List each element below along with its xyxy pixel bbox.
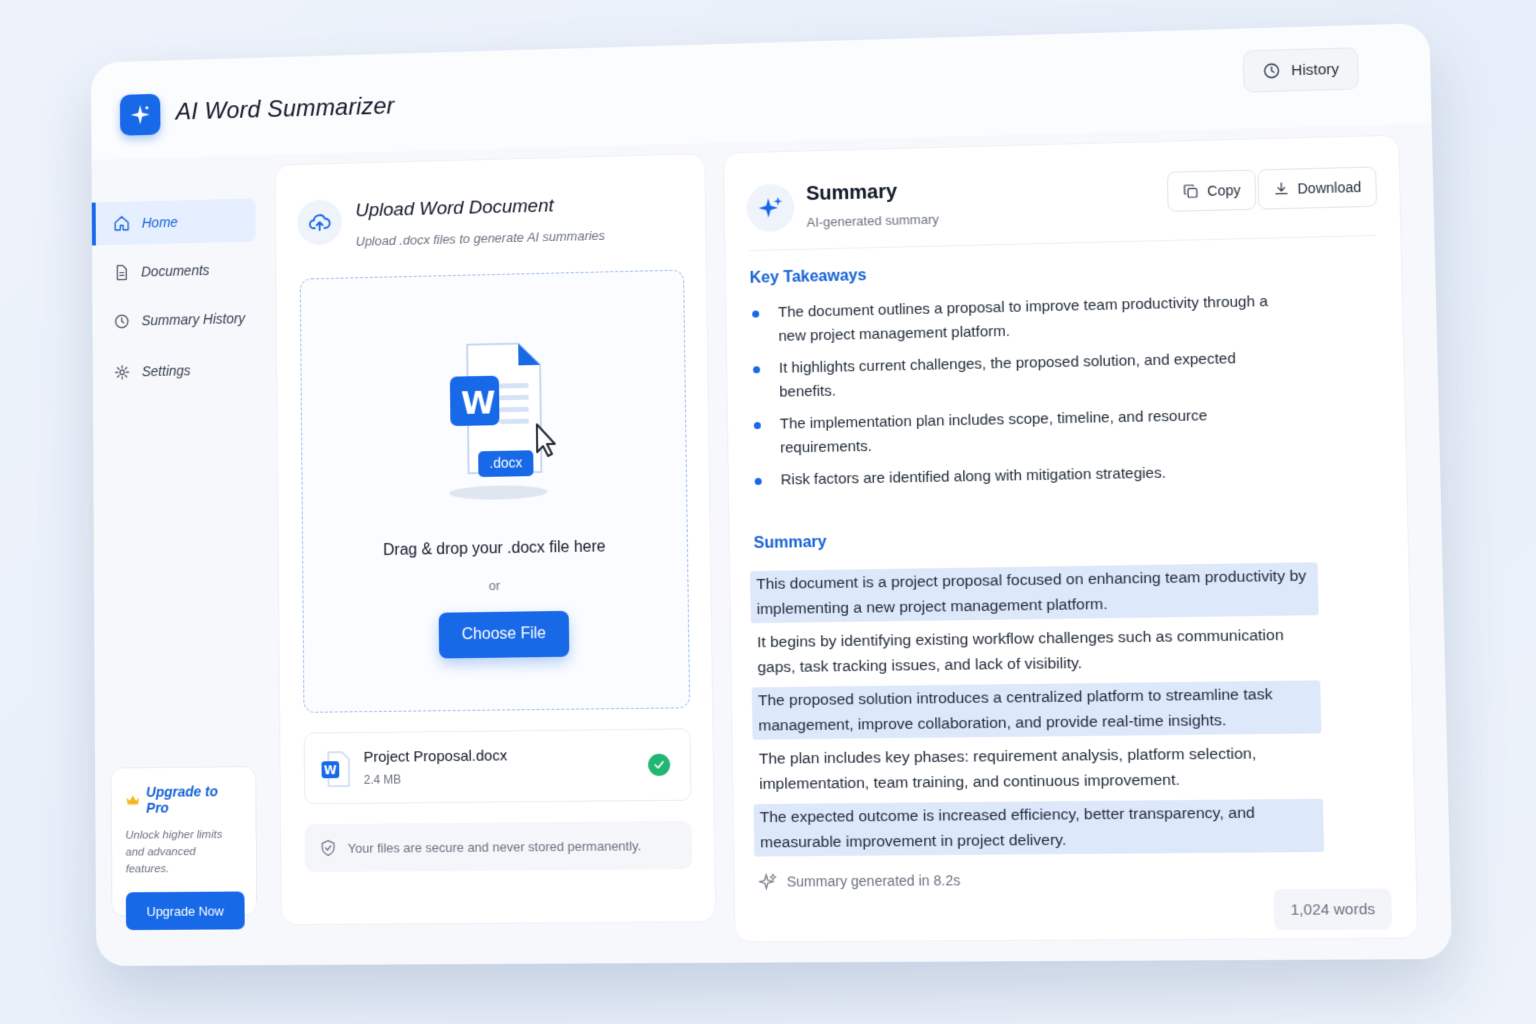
upload-title: Upload Word Document	[355, 196, 553, 223]
takeaway-text: It highlights current challenges, the pr…	[779, 350, 1236, 401]
file-name: Project Proposal.docx	[363, 747, 507, 766]
history-icon	[114, 312, 130, 329]
takeaway-text: The implementation plan includes scope, …	[780, 407, 1208, 456]
sidebar-item-summary-history[interactable]: Summary History	[92, 296, 256, 343]
gear-icon	[114, 363, 130, 380]
bullet-icon	[753, 366, 760, 373]
stage: AI Word Summarizer History Home Document…	[0, 0, 1536, 1024]
upgrade-card: Upgrade to Pro Unlock higher limits and …	[111, 766, 258, 916]
home-icon	[113, 214, 130, 232]
sidebar-item-settings[interactable]: Settings	[93, 347, 257, 394]
crown-icon	[125, 793, 140, 807]
summary-heading: Summary	[754, 534, 827, 553]
download-label: Download	[1297, 179, 1361, 197]
docx-badge: .docx	[478, 454, 533, 471]
check-icon	[648, 754, 670, 776]
upload-panel: Upload Word Document Upload .docx files …	[275, 153, 717, 925]
sparkle-logo-icon	[120, 94, 161, 136]
shield-icon	[320, 839, 336, 857]
history-button[interactable]: History	[1243, 47, 1359, 92]
sidebar-item-label: Documents	[141, 262, 209, 279]
sidebar-item-home[interactable]: Home	[92, 198, 256, 245]
takeaway-text: Risk factors are identified along with m…	[781, 465, 1167, 489]
app-title: AI Word Summarizer	[176, 93, 395, 127]
takeaway-item: The implementation plan includes scope, …	[752, 403, 1278, 461]
upgrade-text: Unlock higher limits and advanced featur…	[125, 827, 242, 879]
sparkle-icon	[759, 873, 777, 891]
drop-instructions: Drag & drop your .docx file here	[303, 537, 687, 561]
takeaway-text: The document outlines a proposal to impr…	[778, 293, 1268, 345]
choose-file-button[interactable]: Choose File	[439, 611, 570, 659]
or-separator: or	[303, 575, 687, 596]
sidebar-item-label: Summary History	[141, 310, 245, 328]
app-window: AI Word Summarizer History Home Document…	[91, 23, 1452, 966]
cloud-upload-icon	[297, 199, 342, 245]
bullet-icon	[752, 310, 759, 317]
word-count-badge: 1,024 words	[1274, 888, 1393, 930]
document-icon	[113, 264, 129, 281]
copy-label: Copy	[1207, 182, 1241, 199]
dropzone[interactable]: W .docx Drag & drop your .docx file here…	[300, 270, 690, 713]
summary-title: Summary	[806, 181, 897, 206]
word-letter: W	[461, 384, 491, 422]
secure-note-text: Your files are secure and never stored p…	[348, 838, 642, 855]
summary-paragraph: The expected outcome is increased effici…	[754, 799, 1325, 857]
upload-subtitle: Upload .docx files to generate AI summar…	[356, 228, 606, 249]
bullet-icon	[755, 478, 762, 485]
upgrade-title-text: Upgrade to Pro	[146, 783, 242, 816]
upgrade-now-button[interactable]: Upgrade Now	[126, 891, 245, 930]
sidebar-item-label: Home	[142, 214, 178, 231]
summary-panel: Summary AI-generated summary Copy Downlo…	[723, 135, 1418, 943]
summary-paragraph: This document is a project proposal focu…	[750, 562, 1319, 623]
word-document-icon: W .docx	[438, 333, 568, 494]
generation-time: Summary generated in 8.2s	[759, 871, 961, 891]
sidebar-item-documents[interactable]: Documents	[92, 247, 256, 294]
summary-paragraph: It begins by identifying existing workfl…	[751, 621, 1320, 681]
takeaway-item: Risk factors are identified along with m…	[753, 459, 1279, 493]
bullet-icon	[754, 422, 761, 429]
summary-paragraph: The plan includes key phases: requiremen…	[753, 739, 1323, 798]
word-file-icon: W	[320, 751, 350, 787]
divider	[749, 235, 1375, 251]
summary-subtitle: AI-generated summary	[806, 212, 938, 230]
takeaways-list: The document outlines a proposal to impr…	[750, 290, 1279, 501]
clock-icon	[1263, 62, 1282, 81]
summary-body: This document is a project proposal focu…	[750, 562, 1324, 862]
takeaway-item: It highlights current challenges, the pr…	[751, 346, 1277, 405]
svg-text:W: W	[324, 763, 337, 777]
takeaway-item: The document outlines a proposal to impr…	[750, 290, 1275, 350]
summary-paragraph: The proposed solution introduces a centr…	[752, 680, 1322, 739]
app-device: AI Word Summarizer History Home Document…	[91, 23, 1452, 966]
uploaded-file-row[interactable]: W Project Proposal.docx 2.4 MB	[304, 728, 692, 804]
key-takeaways-heading: Key Takeaways	[750, 267, 867, 288]
sparkle-icon	[746, 183, 794, 232]
download-icon	[1273, 181, 1290, 197]
upgrade-title: Upgrade to Pro	[125, 783, 242, 816]
sidebar: Home Documents Summary History Settings	[92, 155, 267, 966]
sidebar-item-label: Settings	[142, 362, 191, 379]
download-button[interactable]: Download	[1257, 166, 1377, 209]
secure-note: Your files are secure and never stored p…	[304, 821, 692, 872]
copy-icon	[1183, 183, 1200, 199]
history-label: History	[1291, 60, 1339, 78]
file-size: 2.4 MB	[364, 772, 401, 786]
generation-time-text: Summary generated in 8.2s	[787, 872, 961, 889]
copy-button[interactable]: Copy	[1167, 170, 1256, 212]
